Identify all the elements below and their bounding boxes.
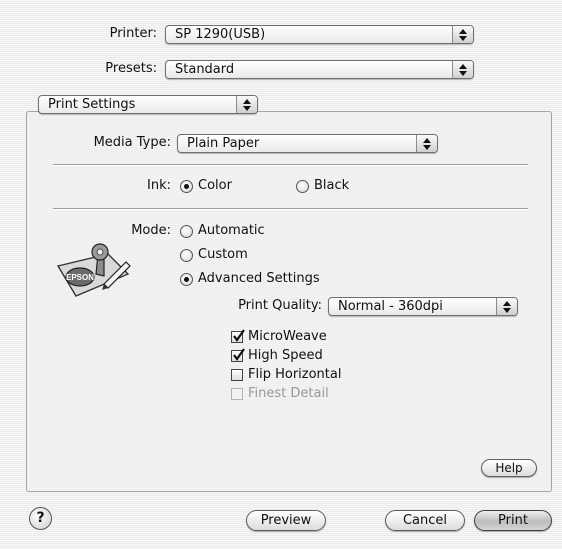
panel-popup[interactable]: Print Settings: [38, 95, 258, 114]
mode-automatic-radio[interactable]: [180, 225, 193, 238]
mode-custom-label[interactable]: Custom: [198, 247, 248, 262]
mode-label: Mode:: [131, 223, 171, 238]
ink-label: Ink:: [147, 178, 171, 193]
mode-custom-radio[interactable]: [180, 249, 193, 262]
media-type-popup[interactable]: Plain Paper: [177, 134, 438, 153]
help-button[interactable]: Help: [481, 459, 537, 477]
updown-arrows-icon: [452, 26, 473, 43]
separator: [53, 164, 528, 166]
preview-button[interactable]: Preview: [246, 510, 326, 531]
microweave-checkbox[interactable]: [231, 329, 245, 343]
checkmark-icon: [233, 348, 245, 361]
cancel-button[interactable]: Cancel: [385, 510, 465, 531]
checkmark-icon: [233, 329, 245, 342]
panel-popup-value: Print Settings: [48, 97, 136, 112]
help-question-button[interactable]: ?: [29, 507, 52, 530]
updown-arrows-icon: [236, 96, 257, 113]
separator: [53, 208, 528, 210]
print-quality-popup[interactable]: Normal - 360dpi: [328, 297, 518, 316]
updown-arrows-icon: [416, 135, 437, 152]
printer-popup[interactable]: SP 1290(USB): [165, 25, 474, 44]
mode-advanced-radio[interactable]: [180, 273, 193, 286]
updown-arrows-icon: [496, 298, 517, 315]
media-type-label: Media Type:: [93, 135, 171, 150]
printer-label: Printer:: [109, 26, 157, 41]
epson-mode-icon: EPSON: [56, 243, 131, 297]
print-quality-label: Print Quality:: [238, 298, 322, 313]
printer-value: SP 1290(USB): [175, 27, 266, 42]
media-type-value: Plain Paper: [187, 136, 260, 151]
high-speed-label[interactable]: High Speed: [248, 348, 323, 363]
presets-label: Presets:: [105, 61, 157, 76]
mode-advanced-label[interactable]: Advanced Settings: [198, 271, 320, 286]
presets-popup[interactable]: Standard: [165, 60, 474, 79]
print-button[interactable]: Print: [474, 510, 552, 531]
print-quality-value: Normal - 360dpi: [338, 299, 443, 314]
ink-black-radio[interactable]: [296, 180, 309, 193]
mode-automatic-label[interactable]: Automatic: [198, 223, 265, 238]
ink-color-radio[interactable]: [180, 180, 193, 193]
updown-arrows-icon: [452, 61, 473, 78]
microweave-label[interactable]: MicroWeave: [248, 329, 327, 344]
ink-black-label[interactable]: Black: [314, 178, 349, 193]
finest-detail-checkbox: [231, 388, 243, 400]
epson-logo-text: EPSON: [66, 273, 94, 282]
finest-detail-label: Finest Detail: [248, 386, 329, 401]
ink-color-label[interactable]: Color: [198, 178, 232, 193]
high-speed-checkbox[interactable]: [231, 348, 245, 362]
flip-horizontal-checkbox[interactable]: [231, 369, 243, 381]
epson-logo: EPSON: [66, 273, 94, 282]
flip-horizontal-label[interactable]: Flip Horizontal: [248, 367, 341, 382]
presets-value: Standard: [175, 62, 235, 77]
